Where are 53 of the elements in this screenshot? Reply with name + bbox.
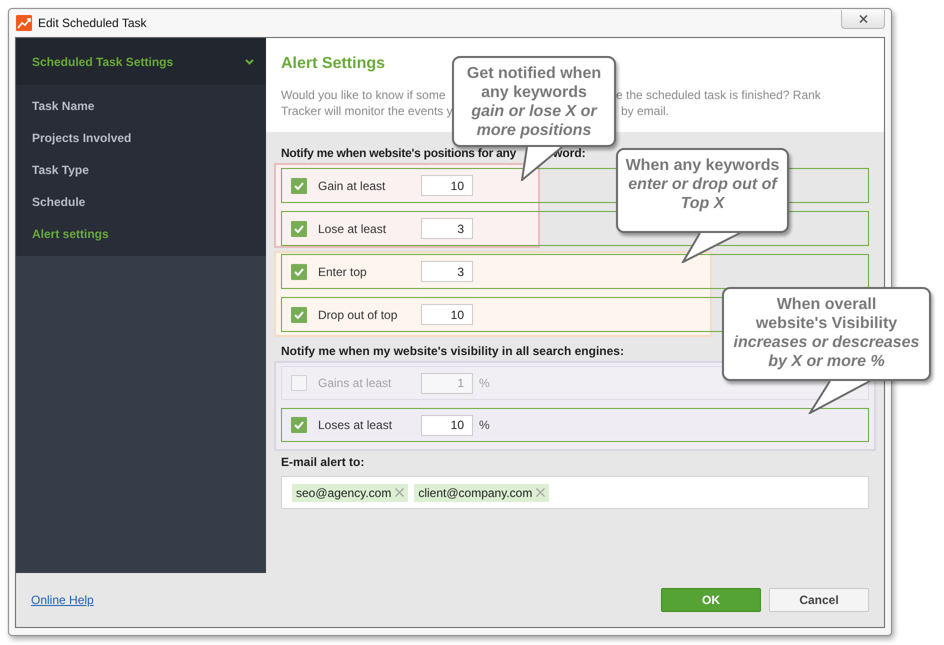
close-button[interactable] <box>841 10 885 28</box>
sidebar-title: Scheduled Task Settings <box>32 54 174 68</box>
check-icon <box>294 224 304 232</box>
callout: Get notified when any keywords gain or lose X or more positions <box>452 56 616 147</box>
callout-tail <box>681 231 742 263</box>
option-label: Drop out of top <box>318 308 398 322</box>
option-label: Gain at least <box>318 178 386 192</box>
sidebar-header[interactable]: Scheduled Task Settings <box>16 38 266 85</box>
callout-tail <box>808 379 872 414</box>
sidebar-item[interactable]: Projects Involved <box>16 122 266 154</box>
app-icon <box>16 15 32 31</box>
option-label: Enter top <box>318 264 368 278</box>
option-label: Lose at least <box>318 222 388 236</box>
option-label: Loses at least <box>318 418 394 432</box>
checkbox[interactable] <box>291 178 307 194</box>
checkbox[interactable] <box>291 417 307 433</box>
check-icon <box>294 310 304 318</box>
sidebar-item[interactable]: Schedule <box>16 186 266 218</box>
sidebar-item[interactable]: Alert settings <box>16 218 266 250</box>
number-field[interactable]: 10 <box>421 414 473 436</box>
sidebar-item[interactable]: Task Type <box>16 154 266 186</box>
group-heading: Notify me when website's positions for any <box>281 146 516 160</box>
check-icon <box>294 268 304 276</box>
group-heading: Notify me when my website's visibility in all search engines: <box>281 343 624 359</box>
section-title: Alert Settings <box>281 54 386 74</box>
number-field[interactable]: 10 <box>421 175 473 196</box>
unit-label: % <box>479 376 490 390</box>
check-icon <box>294 182 304 190</box>
number-field[interactable]: 3 <box>421 261 473 282</box>
sidebar-item[interactable]: Task Name <box>16 90 266 122</box>
remove-icon[interactable] <box>536 488 546 497</box>
checkbox[interactable] <box>291 306 307 322</box>
email-tag[interactable]: client@company.com <box>414 484 550 502</box>
number-field[interactable]: 3 <box>421 218 473 239</box>
field-label: E-mail alert to: <box>281 454 366 470</box>
intro-text: Tracker will monitor the events y <box>281 104 453 118</box>
help-link[interactable]: Online Help <box>31 593 94 607</box>
email-tag[interactable]: seo@agency.com <box>292 484 408 502</box>
number-field[interactable]: 10 <box>421 304 473 325</box>
cancel-button[interactable]: Cancel <box>769 588 869 612</box>
checkbox[interactable] <box>291 220 307 236</box>
checkbox[interactable] <box>291 264 307 280</box>
chevron-down-icon <box>245 58 254 64</box>
remove-icon[interactable] <box>395 488 404 497</box>
intro-text: by email. <box>621 103 670 119</box>
close-icon <box>858 14 868 22</box>
check-icon <box>294 421 304 429</box>
email-field[interactable]: seo@agency.com client@company.com <box>281 476 869 509</box>
option-label: Gains at least <box>318 376 392 390</box>
intro-text: e the scheduled task is finished? Rank <box>616 87 821 103</box>
intro-text: Would you like to know if some <box>281 88 446 102</box>
unit-label: % <box>479 418 490 432</box>
window-title: Edit Scheduled Task <box>38 16 148 30</box>
